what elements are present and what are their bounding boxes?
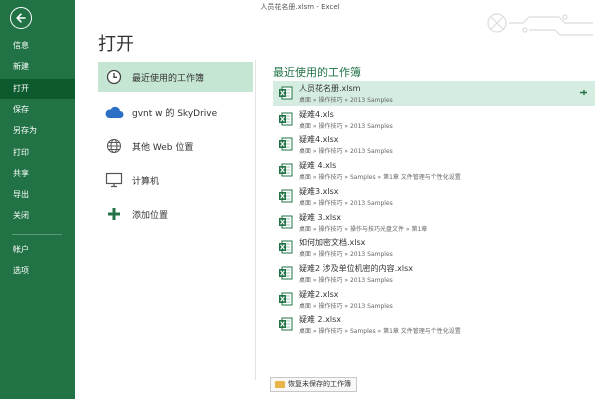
recover-unsaved-button[interactable]: 恢复未保存的工作簿 bbox=[270, 377, 357, 392]
recent-file-path: 桌面 » 操作技巧 » 操作与技巧光盘文件 » 第1章 bbox=[299, 225, 428, 233]
recent-workbooks-title: 最近使用的工作簿 bbox=[273, 66, 361, 79]
excel-file-icon bbox=[279, 240, 293, 254]
recent-file-row[interactable]: 人员花名册.xlsm 桌面 » 操作技巧 » 2013 Samples bbox=[273, 81, 595, 106]
nav-options[interactable]: 选项 bbox=[0, 261, 75, 281]
plus-icon bbox=[102, 204, 126, 224]
excel-file-icon bbox=[279, 189, 293, 203]
recent-file-path: 桌面 » 操作技巧 » 2013 Samples bbox=[299, 97, 393, 104]
recent-file-row[interactable]: 如何加密文档.xlsx 桌面 » 操作技巧 » 2013 Samples bbox=[273, 235, 595, 260]
recent-file-path: 桌面 » 操作技巧 » 2013 Samples bbox=[299, 199, 393, 207]
recover-unsaved-label: 恢复未保存的工作簿 bbox=[288, 380, 351, 388]
excel-file-icon bbox=[279, 215, 293, 228]
page-title: 打开 bbox=[98, 34, 134, 55]
computer-icon bbox=[102, 170, 126, 190]
recent-file-row[interactable]: 疑难4.xlsx 桌面 » 操作技巧 » 2013 Samples bbox=[273, 132, 595, 157]
location-other-web-label: 其他 Web 位置 bbox=[132, 142, 194, 153]
circuit-decoration-icon bbox=[487, 13, 593, 36]
recent-file-row[interactable]: 疑难2 涉及单位机密的内容.xlsx 桌面 » 操作技巧 » 2013 Sampl… bbox=[273, 261, 595, 286]
excel-file-icon bbox=[279, 292, 293, 306]
nav-new[interactable]: 新建 bbox=[0, 57, 75, 77]
recent-file-name: 疑难 4.xls bbox=[299, 161, 337, 171]
recent-file-name: 如何加密文档.xlsx bbox=[299, 238, 366, 248]
excel-file-icon bbox=[279, 112, 293, 126]
excel-file-icon bbox=[279, 163, 293, 177]
recent-file-row[interactable]: 疑难 2.xlsx 桌面 » 操作技巧 » Samples » 第1章 文件管理与… bbox=[273, 312, 595, 337]
recent-file-path: 桌面 » 操作技巧 » Samples » 第1章 文件管理与个性化设置 bbox=[299, 328, 461, 336]
pin-icon[interactable] bbox=[579, 88, 588, 97]
recent-file-name: 疑难2 涉及单位机密的内容.xlsx bbox=[299, 263, 414, 273]
recent-file-path: 桌面 » 操作技巧 » 2013 Samples bbox=[299, 302, 393, 310]
location-add-place[interactable]: 添加位置 bbox=[98, 199, 253, 229]
recent-file-name: 疑难 3.xlsx bbox=[299, 212, 342, 222]
excel-file-icon bbox=[279, 137, 293, 151]
location-recent-label: 最近使用的工作簿 bbox=[132, 73, 205, 84]
recent-file-path: 桌面 » 操作技巧 » 2013 Samples bbox=[299, 276, 393, 284]
recent-file-path: 桌面 » 操作技巧 » Samples » 第1章 文件管理与个性化设置 bbox=[299, 174, 461, 182]
panel-divider bbox=[255, 60, 256, 380]
nav-print[interactable]: 打印 bbox=[0, 143, 75, 163]
recent-file-name: 疑难4.xls bbox=[299, 109, 334, 119]
recent-file-name: 疑难 2.xlsx bbox=[299, 315, 342, 325]
location-computer-label: 计算机 bbox=[132, 176, 160, 187]
folder-icon bbox=[275, 381, 285, 388]
location-skydrive-label: gvnt w 的 SkyDrive bbox=[132, 108, 218, 119]
recent-file-name: 疑难4.xlsx bbox=[299, 135, 339, 145]
recent-file-name: 疑难3.xlsx bbox=[299, 186, 339, 196]
nav-export[interactable]: 导出 bbox=[0, 185, 75, 205]
globe-icon bbox=[102, 136, 126, 156]
location-add-place-label: 添加位置 bbox=[132, 210, 169, 221]
nav-info[interactable]: 信息 bbox=[0, 36, 75, 56]
recent-file-row[interactable]: 疑难4.xls 桌面 » 操作技巧 » 2013 Samples bbox=[273, 107, 595, 132]
location-other-web[interactable]: 其他 Web 位置 bbox=[98, 131, 253, 161]
nav-save[interactable]: 保存 bbox=[0, 100, 75, 120]
recent-file-row[interactable]: 疑难2.xlsx 桌面 » 操作技巧 » 2013 Samples bbox=[273, 287, 595, 312]
backstage-sidebar: 信息 新建 打开 保存 另存为 打印 共享 导出 关闭 帐户 选项 bbox=[0, 0, 75, 399]
nav-account[interactable]: 帐户 bbox=[0, 240, 75, 260]
nav-close[interactable]: 关闭 bbox=[0, 206, 75, 226]
clock-icon bbox=[102, 67, 126, 87]
excel-file-icon bbox=[279, 317, 293, 331]
location-skydrive[interactable]: gvnt w 的 SkyDrive bbox=[98, 97, 253, 127]
recent-file-row[interactable]: 疑难 3.xlsx 桌面 » 操作技巧 » 操作与技巧光盘文件 » 第1章 bbox=[273, 210, 595, 235]
nav-divider bbox=[12, 234, 62, 235]
recent-file-path: 桌面 » 操作技巧 » 2013 Samples bbox=[299, 251, 393, 259]
excel-file-icon bbox=[279, 266, 293, 280]
nav-share[interactable]: 共享 bbox=[0, 164, 75, 184]
recent-file-row[interactable]: 疑难3.xlsx 桌面 » 操作技巧 » 2013 Samples bbox=[273, 184, 595, 209]
excel-file-icon bbox=[279, 86, 293, 100]
location-recent[interactable]: 最近使用的工作簿 bbox=[98, 62, 253, 92]
recent-file-path: 桌面 » 操作技巧 » 2013 Samples bbox=[299, 148, 393, 156]
nav-save-as[interactable]: 另存为 bbox=[0, 121, 75, 141]
nav-open[interactable]: 打开 bbox=[0, 79, 75, 99]
recent-file-row[interactable]: 疑难 4.xls 桌面 » 操作技巧 » Samples » 第1章 文件管理与个… bbox=[273, 158, 595, 183]
location-computer[interactable]: 计算机 bbox=[98, 165, 253, 195]
cloud-icon bbox=[102, 102, 126, 122]
recent-file-name: 人员花名册.xlsm bbox=[299, 84, 361, 93]
recent-file-name: 疑难2.xlsx bbox=[299, 289, 339, 299]
recent-file-path: 桌面 » 操作技巧 » 2013 Samples bbox=[299, 122, 393, 130]
